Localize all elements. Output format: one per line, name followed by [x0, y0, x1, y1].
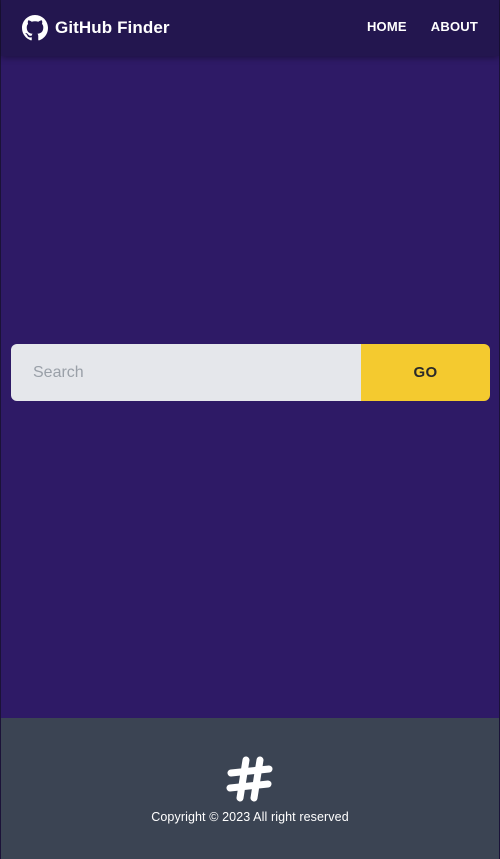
search-form: GO — [11, 344, 490, 401]
brand-title: GitHub Finder — [55, 18, 170, 37]
main-content: GO — [1, 56, 499, 718]
nav-links: HOME ABOUT — [367, 19, 478, 34]
nav-link-home[interactable]: HOME — [367, 19, 407, 34]
brand-link[interactable]: GitHub Finder — [22, 15, 170, 41]
footer: Copyright © 2023 All right reserved — [1, 718, 499, 859]
nav-link-about[interactable]: ABOUT — [431, 19, 478, 34]
go-button[interactable]: GO — [361, 344, 490, 401]
hashtag-icon — [225, 754, 275, 804]
copyright-text: Copyright © 2023 All right reserved — [151, 810, 349, 824]
app-frame: GitHub Finder HOME ABOUT GO Copyright © … — [0, 0, 500, 859]
github-icon — [22, 15, 48, 41]
navbar: GitHub Finder HOME ABOUT — [1, 0, 499, 56]
search-input[interactable] — [11, 344, 361, 401]
